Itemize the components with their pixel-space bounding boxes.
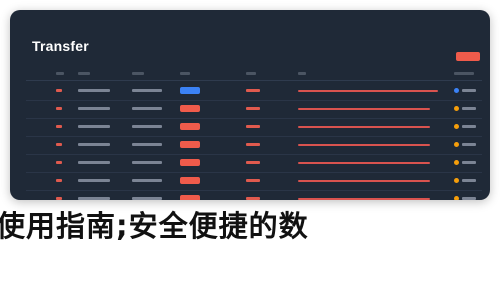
row-value [246, 143, 260, 146]
status-dot-icon [454, 124, 459, 129]
column-header-type[interactable] [180, 72, 190, 75]
row-description [298, 90, 438, 92]
status-dot-icon [454, 142, 459, 147]
row-from [132, 179, 162, 182]
row-id [56, 179, 62, 182]
row-from [132, 197, 162, 200]
type-badge[interactable] [180, 159, 200, 166]
row-id [56, 143, 62, 146]
row-date [78, 179, 110, 182]
table-row[interactable] [26, 118, 482, 137]
row-status [462, 89, 476, 92]
status-dot-icon [454, 88, 459, 93]
row-id [56, 125, 62, 128]
row-description [298, 144, 430, 146]
row-date [78, 125, 110, 128]
row-description [298, 126, 430, 128]
column-header-from[interactable] [132, 72, 144, 75]
row-from [132, 161, 162, 164]
type-badge[interactable] [180, 105, 200, 112]
row-value [246, 197, 260, 200]
row-from [132, 89, 162, 92]
type-badge[interactable] [180, 87, 200, 94]
row-id [56, 107, 62, 110]
caption-text: 使用指南;安全便捷的数 [0, 209, 309, 243]
column-header-date[interactable] [78, 72, 90, 75]
primary-action-button[interactable] [456, 52, 480, 61]
row-description [298, 108, 430, 110]
transfer-table [26, 68, 482, 200]
row-value [246, 89, 260, 92]
status-dot-icon [454, 106, 459, 111]
panel-title: Transfer [32, 38, 89, 54]
type-badge[interactable] [180, 195, 200, 200]
row-from [132, 125, 162, 128]
row-date [78, 107, 110, 110]
row-value [246, 125, 260, 128]
table-row[interactable] [26, 136, 482, 155]
row-from [132, 107, 162, 110]
table-row[interactable] [26, 82, 482, 101]
column-header-note[interactable] [298, 72, 306, 75]
type-badge[interactable] [180, 141, 200, 148]
row-value [246, 107, 260, 110]
table-row[interactable] [26, 154, 482, 173]
row-description [298, 180, 430, 182]
row-from [132, 143, 162, 146]
row-status [462, 107, 476, 110]
row-value [246, 179, 260, 182]
status-dot-icon [454, 160, 459, 165]
row-id [56, 161, 62, 164]
table-row[interactable] [26, 100, 482, 119]
transfer-panel: Transfer [10, 10, 490, 200]
row-id [56, 89, 62, 92]
row-status [462, 197, 476, 200]
column-header-id[interactable] [56, 72, 64, 75]
table-header [26, 68, 482, 81]
row-date [78, 89, 110, 92]
row-date [78, 197, 110, 200]
row-description [298, 198, 430, 200]
row-value [246, 161, 260, 164]
type-badge[interactable] [180, 123, 200, 130]
row-id [56, 197, 62, 200]
row-date [78, 143, 110, 146]
status-dot-icon [454, 196, 459, 200]
column-header-value[interactable] [246, 72, 256, 75]
table-row[interactable] [26, 172, 482, 191]
table-row[interactable] [26, 190, 482, 200]
row-status [462, 179, 476, 182]
row-status [462, 161, 476, 164]
row-status [462, 143, 476, 146]
column-header-status[interactable] [454, 72, 474, 75]
row-status [462, 125, 476, 128]
row-date [78, 161, 110, 164]
row-description [298, 162, 430, 164]
type-badge[interactable] [180, 177, 200, 184]
status-dot-icon [454, 178, 459, 183]
